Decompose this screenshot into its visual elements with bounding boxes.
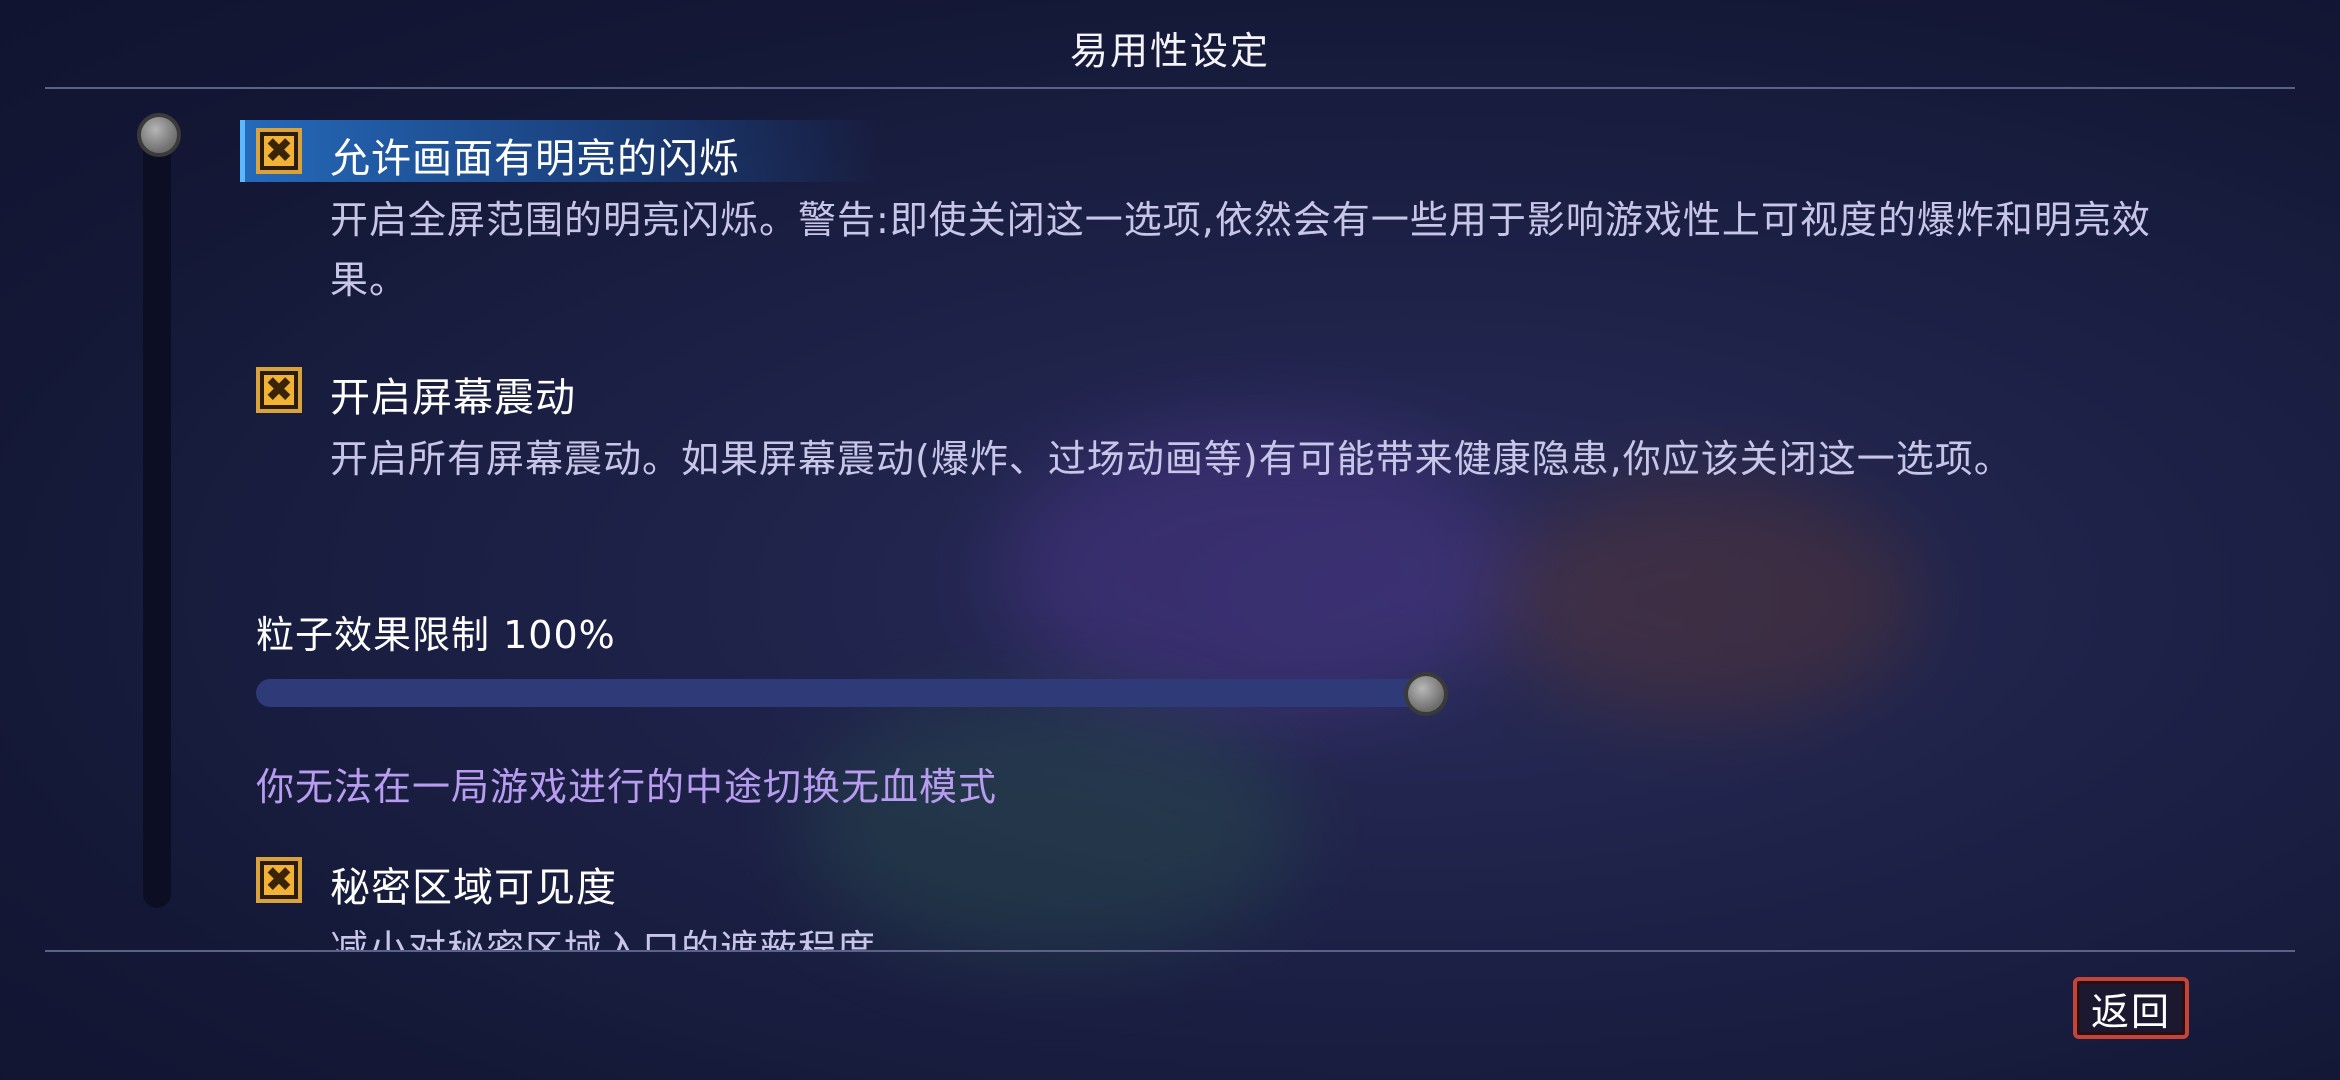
bloodless-mode-notice: 你无法在一局游戏进行的中途切换无血模式 <box>256 765 998 809</box>
checked-x-icon: ✖ <box>264 370 294 410</box>
back-button[interactable]: 返回 <box>2073 977 2189 1039</box>
footer-divider <box>45 950 2295 952</box>
checkbox-secret-visibility[interactable]: ✖ <box>256 857 302 903</box>
option-description: 减小对秘密区域入口的遮蔽程度 <box>330 927 877 950</box>
slider-label-text: 粒子效果限制 <box>256 613 491 657</box>
option-label: 开启屏幕震动 <box>330 375 576 421</box>
settings-list: ✖ 允许画面有明亮的闪烁 开启全屏范围的明亮闪烁。警告:即使关闭这一选项,依然会… <box>0 0 2340 950</box>
particle-limit-label: 粒子效果限制 100% <box>256 604 616 659</box>
checkbox-screen-shake[interactable]: ✖ <box>256 367 302 413</box>
slider-handle[interactable] <box>1404 672 1448 716</box>
checkbox-bright-flashes[interactable]: ✖ <box>256 128 302 174</box>
checked-x-icon: ✖ <box>264 131 294 171</box>
particle-limit-slider[interactable] <box>256 679 1426 707</box>
option-label: 秘密区域可见度 <box>330 865 617 911</box>
checked-x-icon: ✖ <box>264 860 294 900</box>
option-description: 开启全屏范围的明亮闪烁。警告:即使关闭这一选项,依然会有一些用于影响游戏性上可视… <box>330 198 2151 302</box>
option-label: 允许画面有明亮的闪烁 <box>330 136 740 182</box>
slider-value-text: 100% <box>503 613 616 657</box>
option-description: 开启所有屏幕震动。如果屏幕震动(爆炸、过场动画等)有可能带来健康隐患,你应该关闭… <box>330 437 2013 481</box>
